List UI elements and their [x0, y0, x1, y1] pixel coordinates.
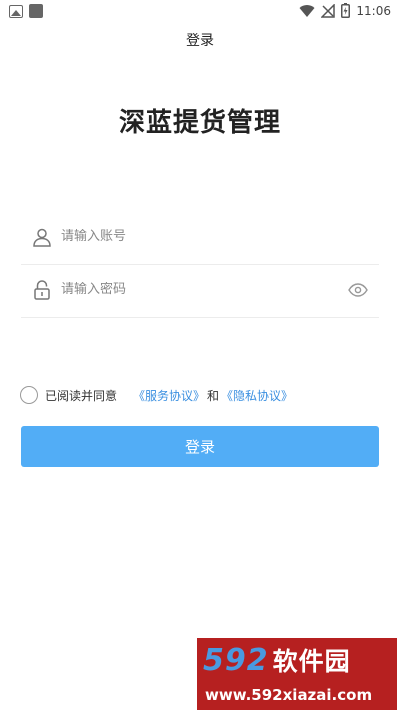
agreement-row: 已阅读并同意 《服务协议》 和 《隐私协议》 — [20, 384, 293, 406]
wifi-icon — [299, 4, 315, 17]
watermark-number: 592 — [203, 643, 269, 678]
watermark-url: www.592xiazai.com — [205, 686, 373, 704]
agree-label: 已阅读并同意 — [45, 388, 118, 403]
app-header: 登录 — [0, 28, 400, 56]
privacy-agreement-link[interactable]: 《隐私协议》 — [221, 387, 293, 404]
service-agreement-link[interactable]: 《服务协议》 — [133, 387, 205, 404]
page-title: 登录 — [186, 33, 214, 49]
account-input[interactable] — [61, 229, 379, 244]
lock-icon — [31, 279, 53, 301]
password-field[interactable] — [21, 262, 379, 318]
status-bar-left — [9, 4, 43, 18]
watermark-text: 软件园 — [272, 647, 351, 676]
agree-checkbox[interactable] — [20, 386, 38, 404]
eye-icon[interactable] — [347, 279, 369, 301]
and-label: 和 — [207, 388, 220, 403]
watermark-brand: 592 软件园 — [203, 642, 351, 678]
image-icon — [9, 4, 23, 18]
login-screen: 11:06 登录 深蓝提货管理 请输入账号 已阅读并同意 《服务协议》 和 《隐… — [0, 0, 400, 711]
square-icon — [29, 4, 43, 18]
login-button[interactable]: 登录 — [21, 426, 379, 467]
watermark: 592 软件园 www.592xiazai.com — [197, 638, 397, 710]
status-time: 11:06 — [356, 3, 391, 18]
app-name: 深蓝提货管理 — [118, 108, 281, 138]
signal-off-icon — [321, 3, 336, 18]
status-bar-right: 11:06 — [299, 3, 391, 18]
password-input[interactable] — [61, 282, 347, 297]
user-icon — [31, 226, 53, 248]
status-bar: 11:06 — [0, 0, 400, 24]
account-field[interactable] — [21, 209, 379, 265]
battery-charging-icon — [341, 3, 351, 18]
